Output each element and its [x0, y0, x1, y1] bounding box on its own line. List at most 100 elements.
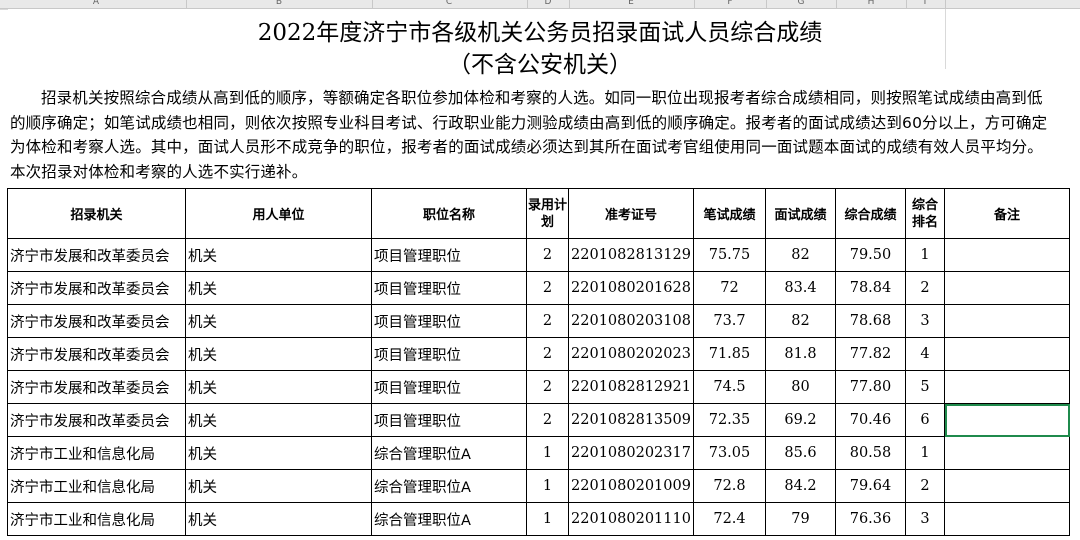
cell-agency[interactable]: 济宁市工业和信息化局 [7, 469, 186, 503]
cell-position[interactable]: 项目管理职位 [371, 337, 527, 371]
cell-interview-score[interactable]: 69.2 [765, 403, 836, 437]
cell-total-score[interactable]: 77.80 [835, 370, 906, 404]
cell-agency[interactable]: 济宁市工业和信息化局 [7, 502, 186, 536]
cell-plan[interactable]: 2 [526, 370, 569, 404]
cell-plan[interactable]: 2 [526, 304, 569, 338]
cell-plan[interactable]: 1 [526, 436, 569, 470]
cell-remark[interactable] [944, 337, 1070, 371]
cell-exam-no[interactable]: 2201080202023 [568, 337, 694, 371]
cell-agency[interactable]: 济宁市发展和改革委员会 [7, 403, 186, 437]
cell-rank[interactable]: 3 [905, 304, 945, 338]
cell-remark[interactable] [944, 469, 1070, 503]
cell-written-score[interactable]: 75.75 [693, 238, 766, 272]
cell-agency[interactable]: 济宁市工业和信息化局 [7, 436, 186, 470]
cell-unit[interactable]: 机关 [185, 502, 372, 536]
cell-plan[interactable]: 1 [526, 469, 569, 503]
cell-unit[interactable]: 机关 [185, 271, 372, 305]
cell-position[interactable]: 综合管理职位A [371, 469, 527, 503]
cell-exam-no[interactable]: 2201080201110 [568, 502, 694, 536]
cell-rank[interactable]: 5 [905, 370, 945, 404]
cell-remark[interactable] [944, 370, 1070, 404]
cell-remark[interactable] [944, 403, 1070, 437]
cell-total-score[interactable]: 76.36 [835, 502, 906, 536]
cell-rank[interactable]: 1 [905, 436, 945, 470]
header-interview[interactable]: 面试成绩 [765, 188, 836, 239]
cell-unit[interactable]: 机关 [185, 436, 372, 470]
cell-unit[interactable]: 机关 [185, 370, 372, 404]
cell-written-score[interactable]: 71.85 [693, 337, 766, 371]
header-rank[interactable]: 综合排名 [905, 188, 945, 239]
cell-position[interactable]: 综合管理职位A [371, 436, 527, 470]
cell-interview-score[interactable]: 81.8 [765, 337, 836, 371]
header-unit[interactable]: 用人单位 [185, 188, 372, 239]
header-total[interactable]: 综合成绩 [835, 188, 906, 239]
cell-interview-score[interactable]: 85.6 [765, 436, 836, 470]
cell-exam-no[interactable]: 2201080202317 [568, 436, 694, 470]
cell-agency[interactable]: 济宁市发展和改革委员会 [7, 238, 186, 272]
cell-position[interactable]: 项目管理职位 [371, 238, 527, 272]
cell-total-score[interactable]: 70.46 [835, 403, 906, 437]
cell-total-score[interactable]: 79.50 [835, 238, 906, 272]
header-exam-no[interactable]: 准考证号 [568, 188, 694, 239]
cell-plan[interactable]: 2 [526, 271, 569, 305]
cell-agency[interactable]: 济宁市发展和改革委员会 [7, 370, 186, 404]
cell-unit[interactable]: 机关 [185, 238, 372, 272]
cell-total-score[interactable]: 80.58 [835, 436, 906, 470]
cell-unit[interactable]: 机关 [185, 337, 372, 371]
cell-exam-no[interactable]: 2201082812921 [568, 370, 694, 404]
cell-written-score[interactable]: 72.8 [693, 469, 766, 503]
header-remark[interactable]: 备注 [944, 188, 1070, 239]
cell-position[interactable]: 项目管理职位 [371, 403, 527, 437]
cell-rank[interactable]: 6 [905, 403, 945, 437]
cell-interview-score[interactable]: 82 [765, 304, 836, 338]
cell-agency[interactable]: 济宁市发展和改革委员会 [7, 337, 186, 371]
cell-unit[interactable]: 机关 [185, 304, 372, 338]
cell-written-score[interactable]: 73.05 [693, 436, 766, 470]
cell-unit[interactable]: 机关 [185, 469, 372, 503]
cell-interview-score[interactable]: 79 [765, 502, 836, 536]
column-letter-d[interactable]: D [545, 0, 552, 7]
cell-interview-score[interactable]: 82 [765, 238, 836, 272]
column-letter-e[interactable]: E [628, 0, 634, 7]
cell-written-score[interactable]: 73.7 [693, 304, 766, 338]
cell-interview-score[interactable]: 83.4 [765, 271, 836, 305]
column-letter-c[interactable]: C [446, 0, 452, 7]
column-letter-f[interactable]: F [727, 0, 732, 7]
cell-position[interactable]: 项目管理职位 [371, 304, 527, 338]
cell-written-score[interactable]: 72.4 [693, 502, 766, 536]
cell-agency[interactable]: 济宁市发展和改革委员会 [7, 304, 186, 338]
column-letter-i[interactable]: I [924, 0, 927, 7]
cell-remark[interactable] [944, 238, 1070, 272]
cell-remark[interactable] [944, 304, 1070, 338]
cell-position[interactable]: 综合管理职位A [371, 502, 527, 536]
cell-exam-no[interactable]: 2201080201628 [568, 271, 694, 305]
cell-interview-score[interactable]: 80 [765, 370, 836, 404]
header-plan[interactable]: 录用计划 [526, 188, 569, 239]
header-agency[interactable]: 招录机关 [7, 188, 186, 239]
column-letter-b[interactable]: B [276, 0, 282, 7]
cell-position[interactable]: 项目管理职位 [371, 370, 527, 404]
cell-total-score[interactable]: 78.68 [835, 304, 906, 338]
cell-written-score[interactable]: 74.5 [693, 370, 766, 404]
cell-exam-no[interactable]: 2201082813129 [568, 238, 694, 272]
cell-written-score[interactable]: 72.35 [693, 403, 766, 437]
cell-exam-no[interactable]: 2201082813509 [568, 403, 694, 437]
cell-agency[interactable]: 济宁市发展和改革委员会 [7, 271, 186, 305]
cell-remark[interactable] [944, 271, 1070, 305]
cell-unit[interactable]: 机关 [185, 403, 372, 437]
cell-rank[interactable]: 1 [905, 238, 945, 272]
cell-exam-no[interactable]: 2201080201009 [568, 469, 694, 503]
column-letter-h[interactable]: H [868, 0, 875, 7]
cell-remark[interactable] [944, 502, 1070, 536]
cell-plan[interactable]: 2 [526, 337, 569, 371]
cell-plan[interactable]: 2 [526, 403, 569, 437]
cell-rank[interactable]: 4 [905, 337, 945, 371]
header-position[interactable]: 职位名称 [371, 188, 527, 239]
column-letter-a[interactable]: A [93, 0, 99, 7]
cell-remark[interactable] [944, 436, 1070, 470]
cell-plan[interactable]: 1 [526, 502, 569, 536]
cell-total-score[interactable]: 77.82 [835, 337, 906, 371]
cell-rank[interactable]: 2 [905, 271, 945, 305]
cell-written-score[interactable]: 72 [693, 271, 766, 305]
cell-interview-score[interactable]: 84.2 [765, 469, 836, 503]
